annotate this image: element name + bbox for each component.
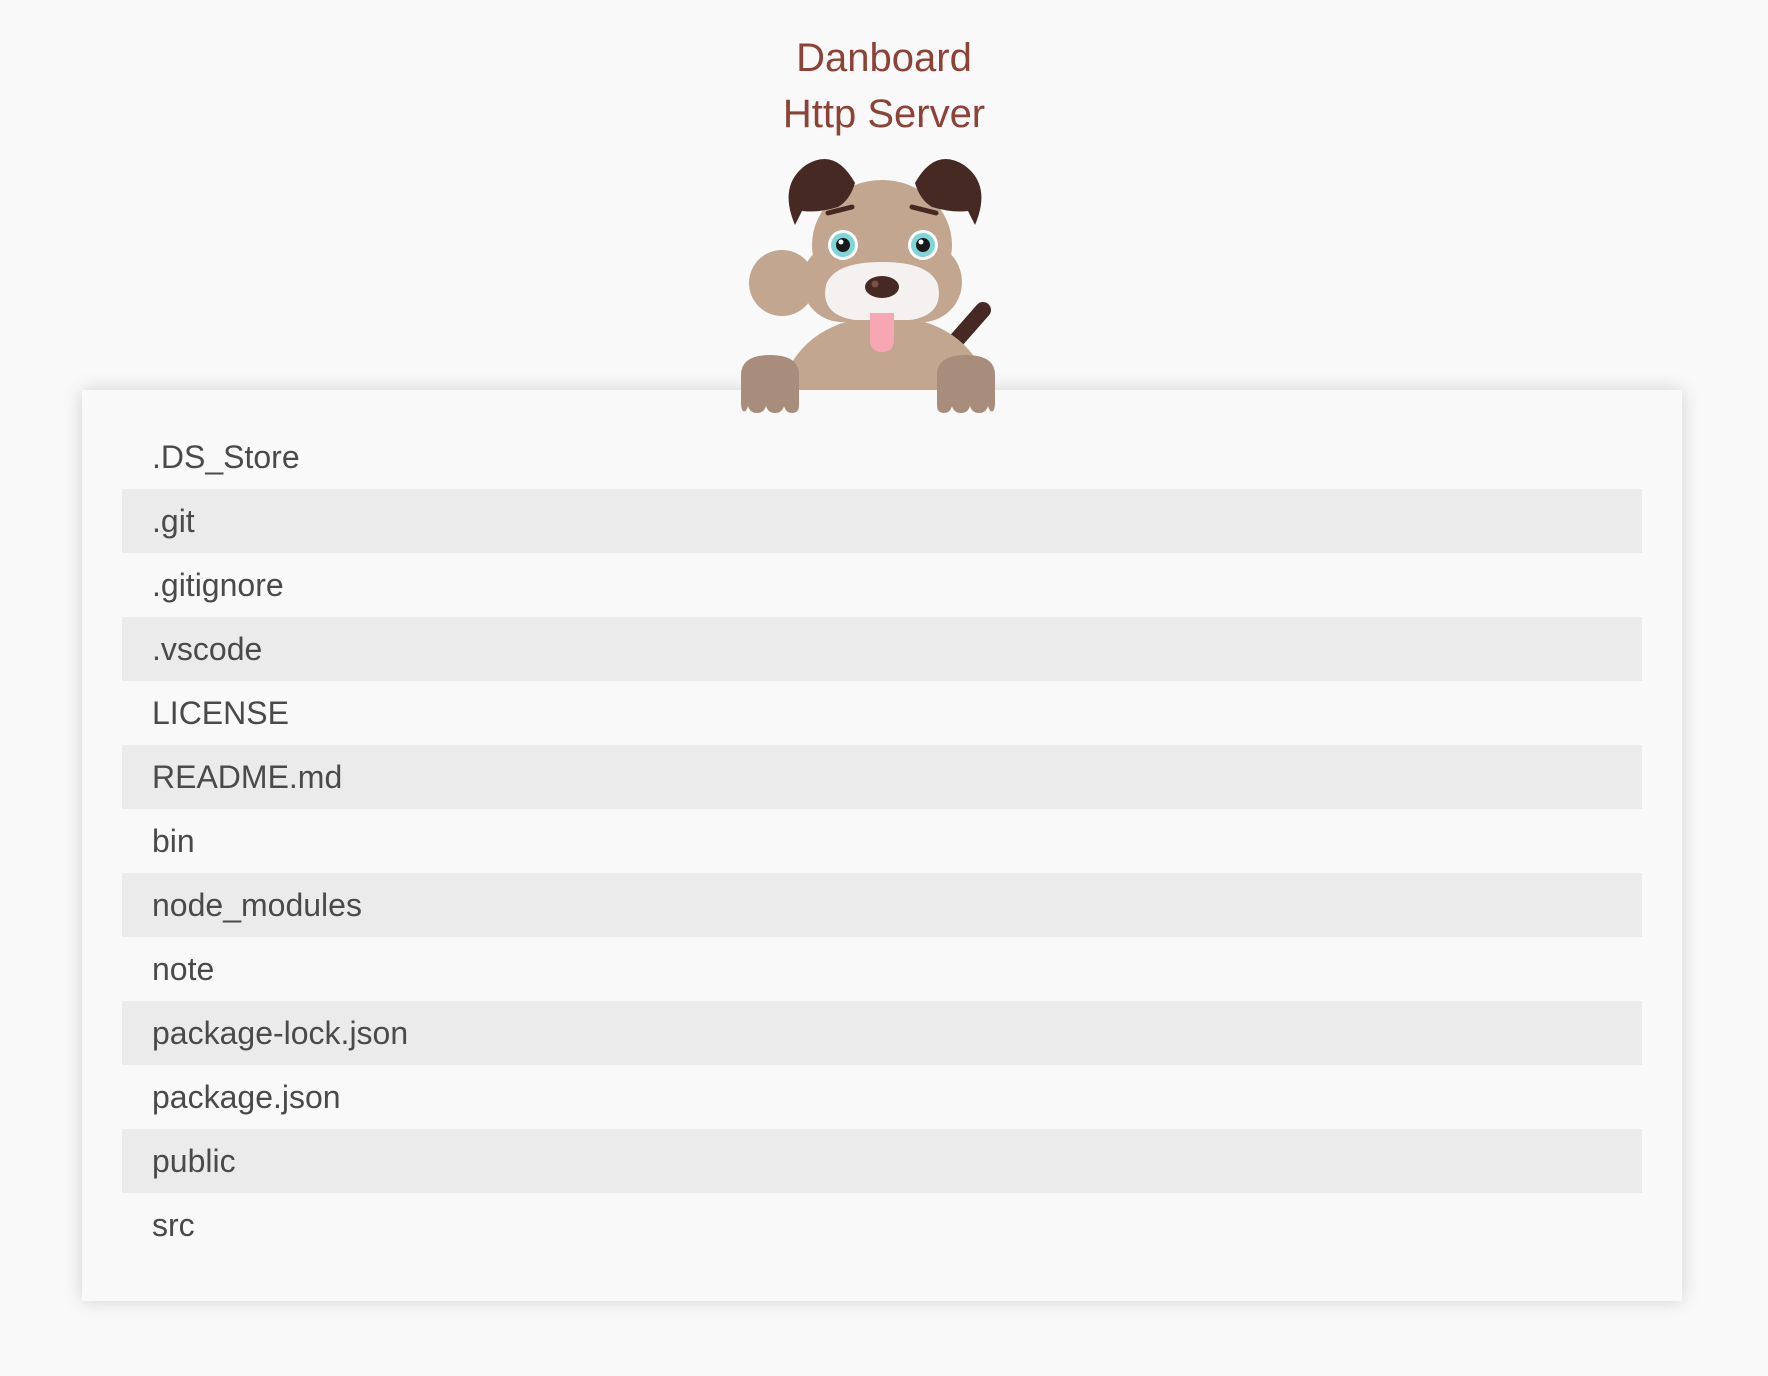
file-link[interactable]: public xyxy=(152,1143,236,1179)
file-item[interactable]: node_modules xyxy=(122,873,1642,937)
file-link[interactable]: src xyxy=(152,1207,195,1243)
file-item[interactable]: .git xyxy=(122,489,1642,553)
file-link[interactable]: bin xyxy=(152,823,195,859)
file-item[interactable]: package-lock.json xyxy=(122,1001,1642,1065)
dog-mascot-icon xyxy=(741,159,995,413)
file-link[interactable]: README.md xyxy=(152,759,342,795)
file-item[interactable]: package.json xyxy=(122,1065,1642,1129)
file-item[interactable]: .gitignore xyxy=(122,553,1642,617)
file-link[interactable]: .vscode xyxy=(152,631,262,667)
file-list: .DS_Store .git .gitignore .vscode LICENS… xyxy=(122,425,1642,1257)
dog-tongue xyxy=(870,313,894,352)
file-item[interactable]: note xyxy=(122,937,1642,1001)
page-title: Danboard Http Server xyxy=(0,30,1768,142)
file-item[interactable]: .DS_Store xyxy=(122,425,1642,489)
page: Danboard Http Server .DS_Store .git .git… xyxy=(0,0,1768,1376)
file-link[interactable]: .DS_Store xyxy=(152,439,300,475)
title-line-2: Http Server xyxy=(782,92,986,136)
dog-nose xyxy=(865,276,899,298)
file-item[interactable]: README.md xyxy=(122,745,1642,809)
file-link[interactable]: package-lock.json xyxy=(152,1015,408,1051)
file-item[interactable]: src xyxy=(122,1193,1642,1257)
file-link[interactable]: .gitignore xyxy=(152,567,284,603)
file-item[interactable]: bin xyxy=(122,809,1642,873)
file-link[interactable]: LICENSE xyxy=(152,695,289,731)
file-list-panel: .DS_Store .git .gitignore .vscode LICENS… xyxy=(82,390,1682,1301)
file-link[interactable]: note xyxy=(152,951,214,987)
file-link[interactable]: .git xyxy=(152,503,195,539)
file-item[interactable]: public xyxy=(122,1129,1642,1193)
file-link[interactable]: package.json xyxy=(152,1079,341,1115)
file-item[interactable]: LICENSE xyxy=(122,681,1642,745)
file-link[interactable]: node_modules xyxy=(152,887,362,923)
dog-paw-right xyxy=(937,355,995,413)
title-line-1: Danboard xyxy=(796,36,972,80)
dog-paw-left xyxy=(741,355,799,413)
file-item[interactable]: .vscode xyxy=(122,617,1642,681)
